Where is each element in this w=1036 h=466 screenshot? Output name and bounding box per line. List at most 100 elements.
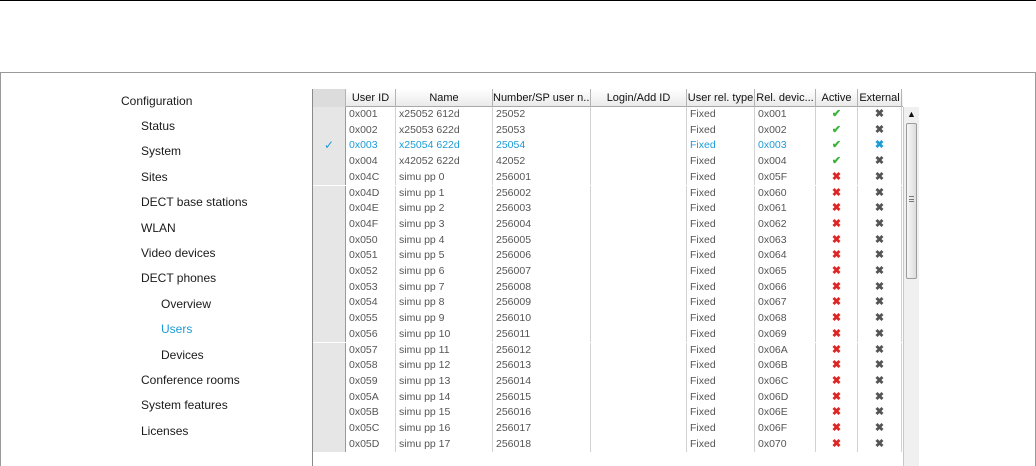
row-select-cell[interactable]	[313, 248, 346, 264]
number-cell: 256010	[493, 311, 591, 327]
row-select-cell[interactable]	[313, 373, 346, 390]
row-select-cell[interactable]	[313, 185, 346, 202]
external-cross-icon: ✖	[858, 436, 902, 453]
header-login[interactable]: Login/Add ID	[591, 89, 687, 107]
header-name[interactable]: Name	[396, 89, 493, 107]
table-row[interactable]: 0x04C simu pp 0 256001 Fixed 0x05F ✖ ✖	[313, 169, 903, 186]
nav-item-system[interactable]: System	[141, 144, 181, 158]
table-row[interactable]: 0x056 simu pp 10 256011 Fixed 0x069 ✖ ✖	[313, 326, 903, 343]
rel-type-cell: Fixed	[687, 264, 755, 280]
row-select-cell[interactable]	[313, 421, 346, 437]
nav-item-overview[interactable]: Overview	[161, 297, 211, 311]
row-select-cell[interactable]	[313, 201, 346, 217]
table-row[interactable]: 0x055 simu pp 9 256010 Fixed 0x068 ✖ ✖	[313, 311, 903, 327]
header-number[interactable]: Number/SP user n...	[493, 89, 591, 107]
table-row[interactable]: 0x04F simu pp 3 256004 Fixed 0x062 ✖ ✖	[313, 216, 903, 233]
nav-item-status[interactable]: Status	[141, 119, 175, 133]
user-id-cell: 0x052	[346, 264, 396, 280]
number-cell: 256017	[493, 421, 591, 437]
row-select-cell[interactable]	[313, 389, 346, 406]
table-row[interactable]: 0x059 simu pp 13 256014 Fixed 0x06C ✖ ✖	[313, 373, 903, 390]
table-row[interactable]: 0x054 simu pp 8 256009 Fixed 0x067 ✖ ✖	[313, 295, 903, 312]
active-cross-icon: ✖	[816, 248, 858, 264]
scroll-thumb[interactable]	[906, 123, 917, 279]
name-cell: simu pp 12	[396, 358, 493, 374]
external-cross-icon: ✖	[858, 264, 902, 280]
rel-type-cell: Fixed	[687, 169, 755, 186]
rel-device-cell: 0x062	[755, 216, 816, 233]
row-select-cell[interactable]	[313, 107, 346, 123]
login-cell	[591, 122, 687, 139]
table-row[interactable]: 0x05A simu pp 14 256015 Fixed 0x06D ✖ ✖	[313, 389, 903, 406]
header-select[interactable]	[313, 89, 346, 107]
header-rel-type[interactable]: User rel. type	[687, 89, 755, 107]
rel-type-cell: Fixed	[687, 358, 755, 374]
table-row[interactable]: ✓ 0x003 x25054 622d 25054 Fixed 0x003 ✔ ✖	[313, 138, 903, 155]
row-select-cell[interactable]	[313, 358, 346, 374]
table-row[interactable]: 0x053 simu pp 7 256008 Fixed 0x066 ✖ ✖	[313, 279, 903, 296]
row-select-cell[interactable]	[313, 342, 346, 359]
row-select-cell[interactable]	[313, 405, 346, 421]
rel-device-cell: 0x064	[755, 248, 816, 264]
vertical-scrollbar[interactable]: ▲	[903, 107, 919, 466]
name-cell: simu pp 9	[396, 311, 493, 327]
row-select-cell[interactable]	[313, 169, 346, 186]
table-row[interactable]: 0x04E simu pp 2 256003 Fixed 0x061 ✖ ✖	[313, 201, 903, 217]
table-row[interactable]: 0x002 x25053 622d 25053 Fixed 0x002 ✔ ✖	[313, 122, 903, 139]
row-select-cell[interactable]	[313, 216, 346, 233]
table-row[interactable]: 0x052 simu pp 6 256007 Fixed 0x065 ✖ ✖	[313, 264, 903, 280]
table-row[interactable]: 0x058 simu pp 12 256013 Fixed 0x06B ✖ ✖	[313, 358, 903, 374]
nav-item-sites[interactable]: Sites	[141, 170, 168, 184]
active-cross-icon: ✖	[816, 169, 858, 186]
table-row[interactable]: 0x004 x42052 622d 42052 Fixed 0x004 ✔ ✖	[313, 154, 903, 170]
external-cross-icon: ✖	[858, 342, 902, 359]
scroll-up-button[interactable]: ▲	[904, 107, 919, 122]
header-external[interactable]: External	[858, 89, 902, 107]
row-select-cell[interactable]	[313, 295, 346, 312]
table-row[interactable]: 0x051 simu pp 5 256006 Fixed 0x064 ✖ ✖	[313, 248, 903, 264]
nav-item-dect-base-stations[interactable]: DECT base stations	[141, 195, 248, 209]
nav-item-users[interactable]: Users	[161, 322, 192, 336]
header-user-id[interactable]: User ID	[346, 89, 396, 107]
number-cell: 256015	[493, 389, 591, 406]
nav-root-configuration[interactable]: Configuration	[121, 94, 192, 108]
nav-item-devices[interactable]: Devices	[161, 348, 204, 362]
external-cross-icon: ✖	[858, 389, 902, 406]
nav-item-conference-rooms[interactable]: Conference rooms	[141, 373, 240, 387]
nav-item-licenses[interactable]: Licenses	[141, 424, 188, 438]
row-select-cell[interactable]	[313, 122, 346, 139]
nav-item-system-features[interactable]: System features	[141, 398, 228, 412]
table-row[interactable]: 0x04D simu pp 1 256002 Fixed 0x060 ✖ ✖	[313, 185, 903, 202]
rel-device-cell: 0x066	[755, 279, 816, 296]
nav-item-dect-phones[interactable]: DECT phones	[141, 271, 216, 285]
rel-device-cell: 0x065	[755, 264, 816, 280]
table-row[interactable]: 0x05D simu pp 17 256018 Fixed 0x070 ✖ ✖	[313, 436, 903, 453]
nav-item-wlan[interactable]: WLAN	[141, 221, 176, 235]
user-id-cell: 0x002	[346, 122, 396, 139]
nav-item-video-devices[interactable]: Video devices	[141, 246, 216, 260]
row-select-cell[interactable]	[313, 264, 346, 280]
grid-header: User ID Name Number/SP user n... Login/Add …	[313, 89, 903, 107]
name-cell: simu pp 4	[396, 232, 493, 249]
table-row[interactable]: 0x05B simu pp 15 256016 Fixed 0x06E ✖ ✖	[313, 405, 903, 421]
row-select-cell[interactable]	[313, 232, 346, 249]
external-cross-icon: ✖	[858, 169, 902, 186]
table-row[interactable]: 0x050 simu pp 4 256005 Fixed 0x063 ✖ ✖	[313, 232, 903, 249]
name-cell: x42052 622d	[396, 154, 493, 170]
table-row[interactable]: 0x057 simu pp 11 256012 Fixed 0x06A ✖ ✖	[313, 342, 903, 359]
table-row[interactable]: 0x05C simu pp 16 256017 Fixed 0x06F ✖ ✖	[313, 421, 903, 437]
external-cross-icon: ✖	[858, 138, 902, 155]
active-check-icon: ✔	[816, 107, 858, 123]
row-checkmark-icon[interactable]: ✓	[313, 138, 346, 155]
row-select-cell[interactable]	[313, 311, 346, 327]
row-select-cell[interactable]	[313, 436, 346, 453]
header-rel-device[interactable]: Rel. devic...	[755, 89, 816, 107]
table-row[interactable]: 0x001 x25052 612d 25052 Fixed 0x001 ✔ ✖	[313, 107, 903, 123]
row-select-cell[interactable]	[313, 326, 346, 343]
rel-type-cell: Fixed	[687, 201, 755, 217]
name-cell: simu pp 13	[396, 373, 493, 390]
active-cross-icon: ✖	[816, 358, 858, 374]
row-select-cell[interactable]	[313, 154, 346, 170]
header-active[interactable]: Active	[816, 89, 858, 107]
row-select-cell[interactable]	[313, 279, 346, 296]
